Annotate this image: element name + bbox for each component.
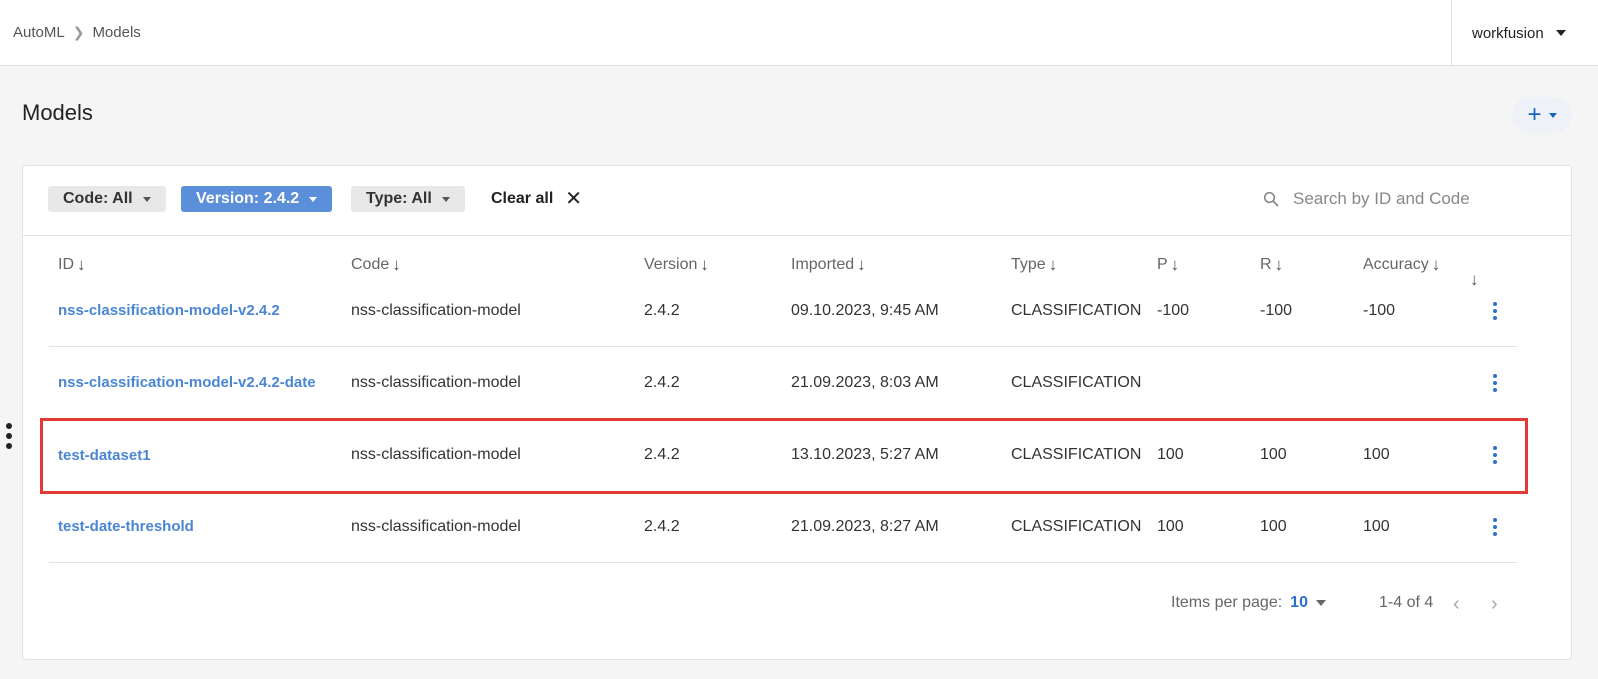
model-accuracy: 100 [1363, 446, 1390, 463]
column-header-version[interactable]: Version ↓ [644, 255, 709, 275]
arrow-down-icon: ↓ [857, 255, 866, 274]
filter-version-chip[interactable]: Version: 2.4.2 [181, 186, 333, 212]
plus-icon: + [1527, 101, 1542, 128]
top-bar: AutoML ❯ Models workfusion [0, 0, 1598, 66]
arrow-down-icon: ↓ [392, 255, 401, 274]
add-model-button[interactable]: + [1512, 97, 1572, 133]
model-accuracy: -100 [1363, 301, 1396, 319]
user-menu[interactable]: workfusion [1451, 0, 1598, 66]
arrow-down-icon: ↓ [1048, 255, 1058, 274]
column-header-p[interactable]: P ↓ [1157, 255, 1179, 275]
user-name: workfusion [1472, 24, 1544, 42]
column-label: R [1260, 256, 1272, 273]
model-type: CLASSIFICATION [1011, 301, 1142, 319]
items-per-page[interactable]: Items per page: 10 [1171, 594, 1326, 612]
model-r: -100 [1260, 301, 1293, 319]
chevron-right-icon: ❯ [72, 24, 85, 40]
filter-type-chip[interactable]: Type: All [351, 186, 465, 212]
filter-version-label: Version: 2.4.2 [196, 190, 300, 207]
model-code: nss-classification-model [351, 446, 521, 463]
search-icon [1263, 191, 1279, 207]
breadcrumb: AutoML ❯ Models [13, 24, 141, 41]
column-label: ID [58, 256, 74, 273]
page-title: Models [22, 100, 93, 125]
caret-down-icon [441, 196, 450, 202]
model-type: CLASSIFICATION [1011, 373, 1142, 391]
arrow-down-icon: ↓ [1274, 255, 1284, 274]
arrow-down-icon: ↓ [1431, 255, 1441, 274]
more-actions-button[interactable] [1485, 419, 1505, 491]
items-per-page-value: 10 [1290, 594, 1308, 611]
table-row: nss-classification-model-v2.4.2 nss-clas… [49, 275, 1517, 347]
caret-down-icon [1315, 600, 1326, 606]
model-version: 2.4.2 [644, 517, 680, 535]
caret-down-icon [1548, 112, 1557, 118]
search-box [1263, 184, 1563, 214]
model-type: CLASSIFICATION [1011, 446, 1142, 463]
column-header-type[interactable]: Type ↓ [1011, 255, 1057, 275]
clear-all-button[interactable]: Clear all ✕ [491, 186, 582, 212]
model-version: 2.4.2 [644, 301, 680, 319]
column-label: Imported [791, 256, 855, 273]
model-code: nss-classification-model [351, 373, 521, 391]
column-label: Code [351, 256, 390, 273]
search-input[interactable] [1293, 189, 1533, 209]
column-label: Type [1011, 256, 1046, 273]
column-label: P [1157, 256, 1168, 273]
models-card: Code: All Version: 2.4.2 Type: All Clear… [22, 165, 1572, 660]
page-range: 1-4 of 4 [1379, 594, 1434, 611]
column-header-imported[interactable]: Imported ↓ [791, 255, 866, 275]
model-version: 2.4.2 [644, 446, 680, 463]
column-header-r[interactable]: R ↓ [1260, 255, 1283, 275]
model-id-link[interactable]: nss-classification-model-v2.4.2-date [58, 347, 316, 418]
caret-down-icon [142, 196, 151, 202]
chevron-right-icon[interactable]: › [1491, 594, 1498, 614]
more-actions-button[interactable] [1485, 491, 1505, 562]
model-imported: 13.10.2023, 5:27 AM [791, 446, 939, 463]
more-actions-button[interactable] [1485, 275, 1505, 346]
model-code: nss-classification-model [351, 517, 521, 535]
filter-bar: Code: All Version: 2.4.2 Type: All Clear… [23, 166, 1571, 236]
model-imported: 21.09.2023, 8:27 AM [791, 517, 939, 535]
column-header-code[interactable]: Code ↓ [351, 255, 401, 275]
model-imported: 09.10.2023, 9:45 AM [791, 301, 939, 319]
filter-type-label: Type: All [366, 190, 432, 207]
arrow-down-icon: ↓ [77, 255, 86, 274]
table-row: test-date-threshold nss-classification-m… [49, 491, 1517, 563]
model-id-link[interactable]: nss-classification-model-v2.4.2 [58, 275, 280, 346]
table-row: test-dataset1 nss-classification-model 2… [49, 419, 1517, 491]
filter-code-chip[interactable]: Code: All [48, 186, 166, 212]
model-version: 2.4.2 [644, 373, 680, 391]
column-header-accuracy[interactable]: Accuracy ↓ [1363, 255, 1440, 275]
column-label: Version [644, 256, 698, 273]
model-r: 100 [1260, 517, 1287, 535]
clear-all-label: Clear all [491, 190, 554, 207]
model-type: CLASSIFICATION [1011, 517, 1142, 535]
caret-down-icon [309, 196, 318, 202]
arrow-down-icon: ↓ [700, 255, 709, 274]
model-r: 100 [1260, 446, 1287, 463]
close-icon: ✕ [565, 188, 583, 210]
breadcrumb-root[interactable]: AutoML [13, 24, 65, 41]
column-header-id[interactable]: ID ↓ [58, 255, 86, 275]
more-actions-button[interactable] [1485, 347, 1505, 418]
table-row: nss-classification-model-v2.4.2-date nss… [49, 347, 1517, 419]
model-id-link[interactable]: test-date-threshold [58, 491, 194, 562]
breadcrumb-current: Models [92, 24, 141, 41]
model-p: 100 [1157, 446, 1184, 463]
items-per-page-label: Items per page: [1171, 594, 1283, 611]
model-id-link[interactable]: test-dataset1 [58, 419, 151, 491]
caret-down-icon [1555, 30, 1566, 36]
model-code: nss-classification-model [351, 301, 521, 319]
arrow-down-icon: ↓ [1170, 255, 1180, 274]
chevron-left-icon[interactable]: ‹ [1453, 594, 1460, 614]
model-imported: 21.09.2023, 8:03 AM [791, 373, 939, 391]
filter-code-label: Code: All [63, 190, 133, 207]
model-p: -100 [1157, 301, 1190, 319]
model-accuracy: 100 [1363, 517, 1390, 535]
side-kebab-icon[interactable] [5, 423, 13, 449]
column-label: Accuracy [1363, 256, 1429, 273]
model-p: 100 [1157, 517, 1184, 535]
